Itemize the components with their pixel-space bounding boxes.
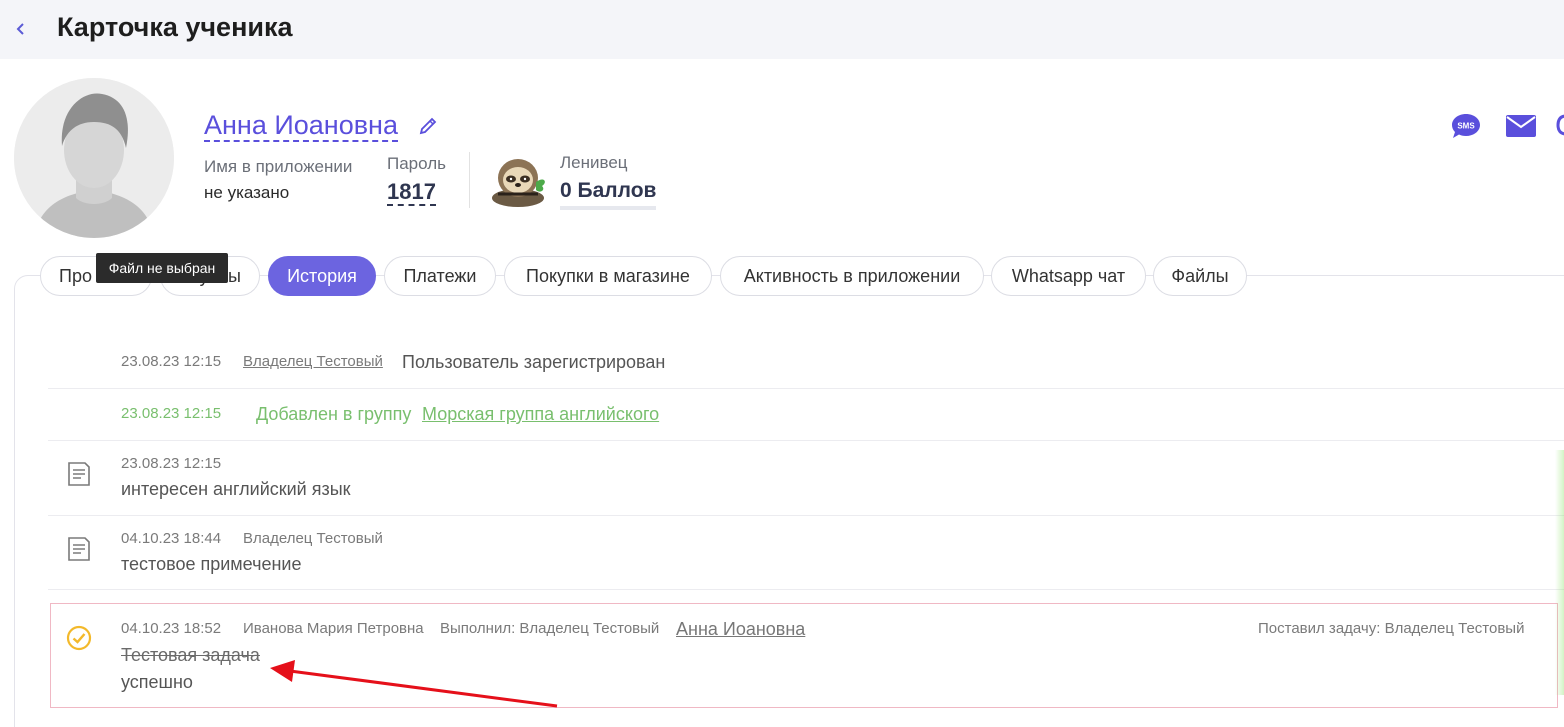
tab-files[interactable]: Файлы <box>1153 256 1247 296</box>
row-divider <box>48 440 1564 441</box>
check-circle-icon[interactable] <box>66 625 92 651</box>
history-text: интересен английский язык <box>121 479 351 499</box>
task-set-by: Поставил задачу: Владелец Тестовый <box>1258 620 1525 637</box>
task-done-by: Выполнил: Владелец Тестовый <box>440 620 660 637</box>
points-value[interactable]: 0 Баллов <box>560 179 657 210</box>
level-label: Ленивец <box>560 153 628 172</box>
tab-label: Активность в приложении <box>743 266 961 286</box>
history-author-link[interactable]: Владелец Тестовый <box>243 353 383 370</box>
note-icon <box>66 536 92 562</box>
task-student-link[interactable]: Анна Иоановна <box>676 619 805 640</box>
tooltip: Файл не выбран <box>96 253 228 283</box>
task-time: 04.10.23 18:52 <box>121 620 222 637</box>
app-name-label: Имя в приложении <box>204 157 353 176</box>
task-assignee: Иванова Мария Петровна <box>243 620 424 637</box>
envelope-icon[interactable] <box>1505 114 1537 143</box>
avatar[interactable] <box>14 78 174 238</box>
row-divider <box>48 388 1564 389</box>
tab-label: Whatsapp чат <box>1011 266 1126 286</box>
sms-icon[interactable]: SMS <box>1450 112 1482 145</box>
tab-label: Про <box>59 266 92 286</box>
sms-icon-text: SMS <box>1457 122 1475 131</box>
history-time: 04.10.23 18:44 <box>121 530 222 547</box>
top-bar: Карточка ученика <box>0 0 1564 59</box>
chevron-left-icon[interactable] <box>14 14 32 44</box>
tab-label: Платежи <box>403 266 477 286</box>
edge-glow <box>1555 450 1564 695</box>
tab-app-activity[interactable]: Активность в приложении <box>720 256 984 296</box>
app-name-value: не указано <box>204 183 290 202</box>
history-time: 23.08.23 12:15 <box>121 455 222 472</box>
history-author: Владелец Тестовый <box>243 530 383 547</box>
tab-payments[interactable]: Платежи <box>384 256 496 296</box>
row-divider <box>48 589 1564 590</box>
row-divider <box>48 515 1564 516</box>
pencil-icon[interactable] <box>418 116 438 136</box>
tab-whatsapp-chat[interactable]: Whatsapp чат <box>991 256 1146 296</box>
divider <box>469 152 470 208</box>
history-text: Пользователь зарегистрирован <box>402 352 666 372</box>
page-title: Карточка ученика <box>57 12 293 42</box>
tab-history[interactable]: История <box>268 256 376 296</box>
chat-icon[interactable] <box>1556 112 1564 145</box>
tab-label: История <box>287 266 357 286</box>
password-value[interactable]: 1817 <box>387 180 436 206</box>
history-text: Добавлен в группу <box>256 404 412 424</box>
sloth-level-icon <box>488 152 550 208</box>
note-icon <box>66 461 92 487</box>
tab-label: Файлы <box>1171 266 1229 286</box>
tab-label: Покупки в магазине <box>526 266 690 286</box>
task-title: Тестовая задача <box>121 645 260 665</box>
history-time: 23.08.23 12:15 <box>121 353 222 370</box>
task-result: успешно <box>121 672 193 692</box>
password-label: Пароль <box>387 154 446 173</box>
tab-shop-purchases[interactable]: Покупки в магазине <box>504 256 712 296</box>
group-link[interactable]: Морская группа английского <box>422 404 659 425</box>
student-name-link[interactable]: Анна Иоановна <box>204 110 398 142</box>
history-text: тестовое примечение <box>121 554 302 574</box>
history-time: 23.08.23 12:15 <box>121 405 222 422</box>
